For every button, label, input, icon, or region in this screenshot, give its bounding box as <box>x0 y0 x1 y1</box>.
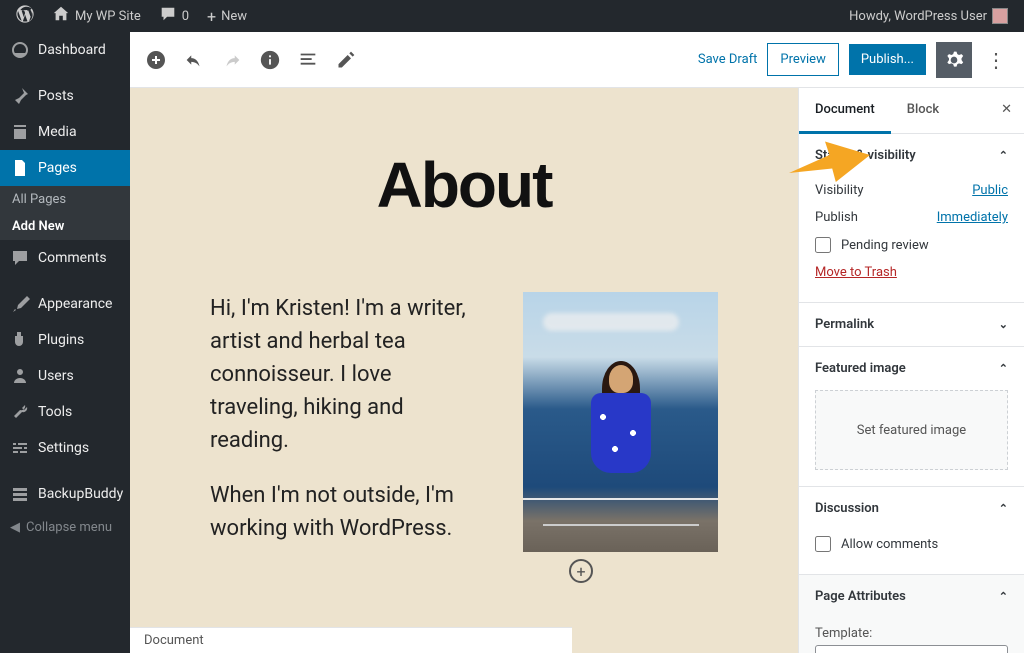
visibility-value[interactable]: Public <box>972 183 1008 198</box>
home-icon <box>52 5 70 27</box>
sidebar-item-dashboard[interactable]: Dashboard <box>0 32 130 68</box>
save-draft-button[interactable]: Save Draft <box>698 52 758 67</box>
more-menu[interactable]: ⋮ <box>982 48 1010 72</box>
new-link[interactable]: +New <box>199 0 255 32</box>
edit-button[interactable] <box>334 48 358 72</box>
plus-icon: + <box>207 7 216 26</box>
site-link[interactable]: My WP Site <box>44 0 149 32</box>
publish-value[interactable]: Immediately <box>937 210 1008 225</box>
chevron-up-icon: ⌃ <box>999 149 1008 162</box>
breadcrumb-bar: Document <box>130 627 572 653</box>
sliders-icon <box>10 438 30 458</box>
image-block[interactable] <box>523 292 718 552</box>
comment-icon <box>159 5 177 27</box>
chevron-up-icon: ⌃ <box>999 502 1008 515</box>
page-title[interactable]: About <box>210 148 718 222</box>
redo-button[interactable] <box>220 48 244 72</box>
editor-header: Save Draft Preview Publish... ⋮ <box>130 32 1024 88</box>
sidebar-item-backupbuddy[interactable]: BackupBuddy <box>0 476 130 512</box>
pages-icon <box>10 158 30 178</box>
backup-icon <box>10 484 30 504</box>
sidebar-item-users[interactable]: Users <box>0 358 130 394</box>
panel-discussion-header[interactable]: Discussion⌃ <box>799 487 1024 530</box>
add-block-inline[interactable]: + <box>569 559 593 583</box>
admin-sidebar: Dashboard Posts Media Pages All Pages Ad… <box>0 32 130 653</box>
site-name: My WP Site <box>75 9 141 24</box>
howdy-link[interactable]: Howdy, WordPress User <box>841 0 1016 32</box>
comment-icon <box>10 248 30 268</box>
wp-logo[interactable] <box>8 0 42 32</box>
panel-status-header[interactable]: Status & visibility⌃ <box>799 134 1024 177</box>
collapse-icon: ◀ <box>10 520 20 535</box>
brush-icon <box>10 294 30 314</box>
submenu-all-pages[interactable]: All Pages <box>0 186 130 213</box>
breadcrumb[interactable]: Document <box>144 633 204 648</box>
tab-document[interactable]: Document <box>799 88 891 134</box>
template-select[interactable]: Default template⌄ <box>815 645 1008 653</box>
preview-button[interactable]: Preview <box>767 43 838 76</box>
info-button[interactable] <box>258 48 282 72</box>
set-featured-image[interactable]: Set featured image <box>815 390 1008 470</box>
paragraph-2[interactable]: When I'm not outside, I'm working with W… <box>210 479 483 545</box>
sidebar-item-posts[interactable]: Posts <box>0 78 130 114</box>
collapse-menu[interactable]: ◀Collapse menu <box>0 512 130 543</box>
media-icon <box>10 122 30 142</box>
pin-icon <box>10 86 30 106</box>
pages-submenu: All Pages Add New <box>0 186 130 240</box>
editor-canvas[interactable]: About Hi, I'm Kristen! I'm a writer, art… <box>130 88 798 653</box>
plugin-icon <box>10 330 30 350</box>
admin-bar: My WP Site 0 +New Howdy, WordPress User <box>0 0 1024 32</box>
move-to-trash[interactable]: Move to Trash <box>815 265 897 280</box>
sidebar-item-appearance[interactable]: Appearance <box>0 286 130 322</box>
panel-featured-header[interactable]: Featured image⌃ <box>799 347 1024 390</box>
sidebar-item-plugins[interactable]: Plugins <box>0 322 130 358</box>
settings-panel: Document Block ✕ Status & visibility⌃ Vi… <box>798 88 1024 653</box>
publish-button[interactable]: Publish... <box>849 44 926 75</box>
settings-toggle[interactable] <box>936 42 972 78</box>
submenu-add-new[interactable]: Add New <box>0 213 130 240</box>
wrench-icon <box>10 402 30 422</box>
comments-link[interactable]: 0 <box>151 0 197 32</box>
avatar <box>992 8 1008 24</box>
publish-label: Publish <box>815 210 858 225</box>
panel-attributes-header[interactable]: Page Attributes⌃ <box>799 575 1024 618</box>
wordpress-icon <box>16 5 34 27</box>
chevron-down-icon: ⌄ <box>999 318 1008 331</box>
template-label: Template: <box>815 626 1008 641</box>
sidebar-item-pages[interactable]: Pages <box>0 150 130 186</box>
allow-comments-checkbox[interactable]: Allow comments <box>815 530 1008 558</box>
chevron-up-icon: ⌃ <box>999 590 1008 603</box>
panel-permalink-header[interactable]: Permalink⌄ <box>799 303 1024 346</box>
block-editor: Save Draft Preview Publish... ⋮ About Hi… <box>130 32 1024 653</box>
paragraph-1[interactable]: Hi, I'm Kristen! I'm a writer, artist an… <box>210 292 483 457</box>
pending-review-checkbox[interactable]: Pending review <box>815 231 1008 259</box>
undo-button[interactable] <box>182 48 206 72</box>
visibility-label: Visibility <box>815 183 864 198</box>
outline-button[interactable] <box>296 48 320 72</box>
close-panel[interactable]: ✕ <box>989 88 1024 133</box>
chevron-up-icon: ⌃ <box>999 362 1008 375</box>
tab-block[interactable]: Block <box>891 88 955 133</box>
text-column[interactable]: Hi, I'm Kristen! I'm a writer, artist an… <box>210 292 483 552</box>
dashboard-icon <box>10 40 30 60</box>
user-icon <box>10 366 30 386</box>
sidebar-item-media[interactable]: Media <box>0 114 130 150</box>
sidebar-item-comments[interactable]: Comments <box>0 240 130 276</box>
add-block-button[interactable] <box>144 48 168 72</box>
sidebar-item-tools[interactable]: Tools <box>0 394 130 430</box>
sidebar-item-settings[interactable]: Settings <box>0 430 130 466</box>
